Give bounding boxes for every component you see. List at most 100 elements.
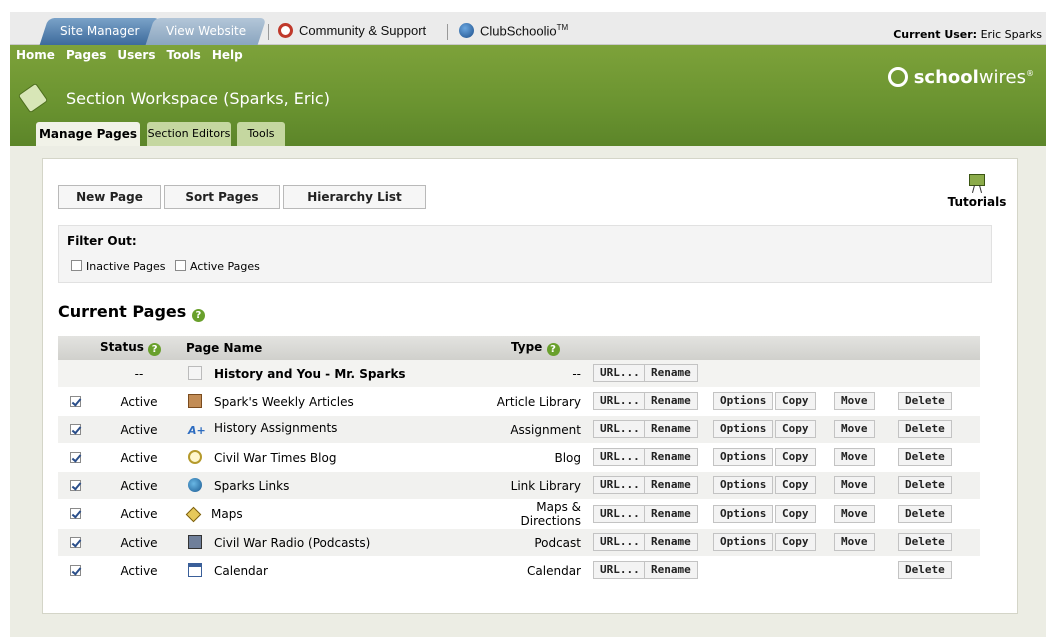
community-support-link[interactable]: Community & Support (278, 23, 426, 38)
help-icon[interactable]: ? (148, 343, 162, 356)
move-button[interactable]: Move (834, 533, 875, 551)
tutorials-link[interactable]: Tutorials (947, 171, 1007, 209)
tab-manage-pages[interactable]: Manage Pages (36, 122, 140, 146)
separator (268, 24, 269, 40)
row-page-name-cell: History and You - Mr. Sparks (182, 360, 487, 388)
tab-section-editors[interactable]: Section Editors (147, 122, 231, 146)
rename-button[interactable]: Rename (644, 364, 698, 382)
menu-item-users[interactable]: Users (117, 48, 155, 62)
hierarchy-list-button[interactable]: Hierarchy List (283, 185, 426, 209)
new-page-button[interactable]: New Page (58, 185, 161, 209)
row-actions-group: URL... Rename Options Copy Move Delete (589, 444, 976, 471)
rename-button[interactable]: Rename (644, 392, 698, 410)
options-button[interactable]: Options (713, 504, 774, 523)
copy-button[interactable]: Copy (775, 476, 816, 494)
delete-button[interactable]: Delete (898, 476, 952, 494)
delete-button[interactable]: Delete (898, 392, 952, 410)
rename-button[interactable]: Rename (644, 476, 698, 494)
move-button[interactable]: Move (834, 420, 875, 438)
rename-button[interactable]: Rename (644, 504, 698, 523)
options-button[interactable]: Options (713, 476, 774, 494)
url-button[interactable]: URL... (593, 533, 647, 551)
type-column-header[interactable]: Type ? (487, 336, 585, 360)
delete-button[interactable]: Delete (898, 561, 952, 579)
row-page-name[interactable]: Civil War Radio (Podcasts) (214, 536, 370, 550)
tab-view-website-label: View Website (165, 24, 247, 38)
help-icon[interactable]: ? (191, 309, 205, 322)
url-button[interactable]: URL... (593, 420, 647, 438)
row-checkbox[interactable] (69, 536, 81, 548)
copy-button[interactable]: Copy (775, 504, 816, 523)
row-page-name[interactable]: History Assignments (214, 421, 337, 435)
url-button[interactable]: URL... (593, 392, 647, 410)
tab-site-manager[interactable]: Site Manager (39, 18, 161, 45)
move-button[interactable]: Move (834, 448, 875, 466)
menu-item-tools[interactable]: Tools (166, 48, 200, 62)
delete-button[interactable]: Delete (898, 448, 952, 466)
filter-inactive-option[interactable]: Inactive Pages (71, 260, 166, 273)
url-button[interactable]: URL... (593, 448, 647, 466)
row-checkbox[interactable] (69, 395, 81, 407)
row-status: Active (96, 387, 182, 416)
row-checkbox[interactable] (69, 451, 81, 463)
url-button[interactable]: URL... (593, 561, 647, 579)
menu-item-pages[interactable]: Pages (66, 48, 106, 62)
rename-button[interactable]: Rename (644, 420, 698, 438)
move-button[interactable]: Move (834, 476, 875, 494)
podcast-icon (188, 535, 202, 549)
delete-button[interactable]: Delete (898, 504, 952, 523)
logo-rest: wires (978, 67, 1026, 88)
row-page-name[interactable]: Civil War Times Blog (214, 451, 336, 465)
copy-button[interactable]: Copy (775, 420, 816, 438)
filter-active-option[interactable]: Active Pages (175, 260, 260, 273)
move-button[interactable]: Move (834, 504, 875, 523)
row-status: Active (96, 415, 182, 444)
row-type: -- (487, 360, 585, 388)
separator (447, 24, 448, 40)
inactive-pages-checkbox[interactable] (71, 260, 82, 271)
tab-view-website[interactable]: View Website (145, 18, 267, 45)
row-page-name[interactable]: Calendar (214, 564, 268, 578)
row-page-name[interactable]: Sparks Links (214, 479, 289, 493)
rename-button[interactable]: Rename (644, 533, 698, 551)
clubschoolio-link[interactable]: ClubSchoolioTM (459, 23, 568, 39)
options-button[interactable]: Options (713, 533, 774, 551)
help-icon[interactable]: ? (546, 343, 560, 356)
row-checkbox[interactable] (69, 479, 81, 491)
row-status: Active (96, 471, 182, 500)
page-name-column-header[interactable]: Page Name (182, 336, 487, 360)
table-row: -- History and You - Mr. Sparks -- URL... Re… (58, 360, 980, 388)
copy-button[interactable]: Copy (775, 448, 816, 466)
status-column-header[interactable]: Status ? (96, 336, 182, 360)
row-checkbox[interactable] (69, 564, 81, 576)
options-button[interactable]: Options (713, 420, 774, 438)
row-page-name[interactable]: History and You - Mr. Sparks (214, 367, 406, 381)
move-button[interactable]: Move (834, 392, 875, 410)
copy-button[interactable]: Copy (775, 533, 816, 551)
active-pages-checkbox[interactable] (175, 260, 187, 271)
sort-pages-button[interactable]: Sort Pages (164, 185, 280, 209)
delete-button[interactable]: Delete (898, 420, 952, 438)
delete-button[interactable]: Delete (898, 533, 952, 551)
row-page-name[interactable]: Spark's Weekly Articles (214, 395, 354, 409)
url-button[interactable]: URL... (593, 476, 647, 494)
url-button[interactable]: URL... (593, 364, 647, 382)
options-button[interactable]: Options (713, 392, 774, 410)
row-select-cell (58, 556, 96, 585)
menu-item-home[interactable]: Home (16, 48, 55, 62)
filter-box: Filter Out: Inactive Pages Active Pages (58, 225, 992, 283)
url-button[interactable]: URL... (593, 504, 647, 523)
menu-item-help[interactable]: Help (212, 48, 243, 62)
row-status: Active (96, 556, 182, 585)
row-checkbox[interactable] (69, 423, 81, 435)
row-page-name[interactable]: Maps (211, 507, 243, 521)
row-checkbox[interactable] (69, 508, 81, 519)
row-type: Link Library (487, 471, 585, 500)
row-select-cell (58, 360, 96, 388)
rename-button[interactable]: Rename (644, 561, 698, 579)
options-button[interactable]: Options (713, 448, 774, 466)
rename-button[interactable]: Rename (644, 448, 698, 466)
current-user-label: Current User: (893, 28, 978, 41)
tab-tools[interactable]: Tools (237, 122, 285, 146)
copy-button[interactable]: Copy (775, 392, 816, 410)
